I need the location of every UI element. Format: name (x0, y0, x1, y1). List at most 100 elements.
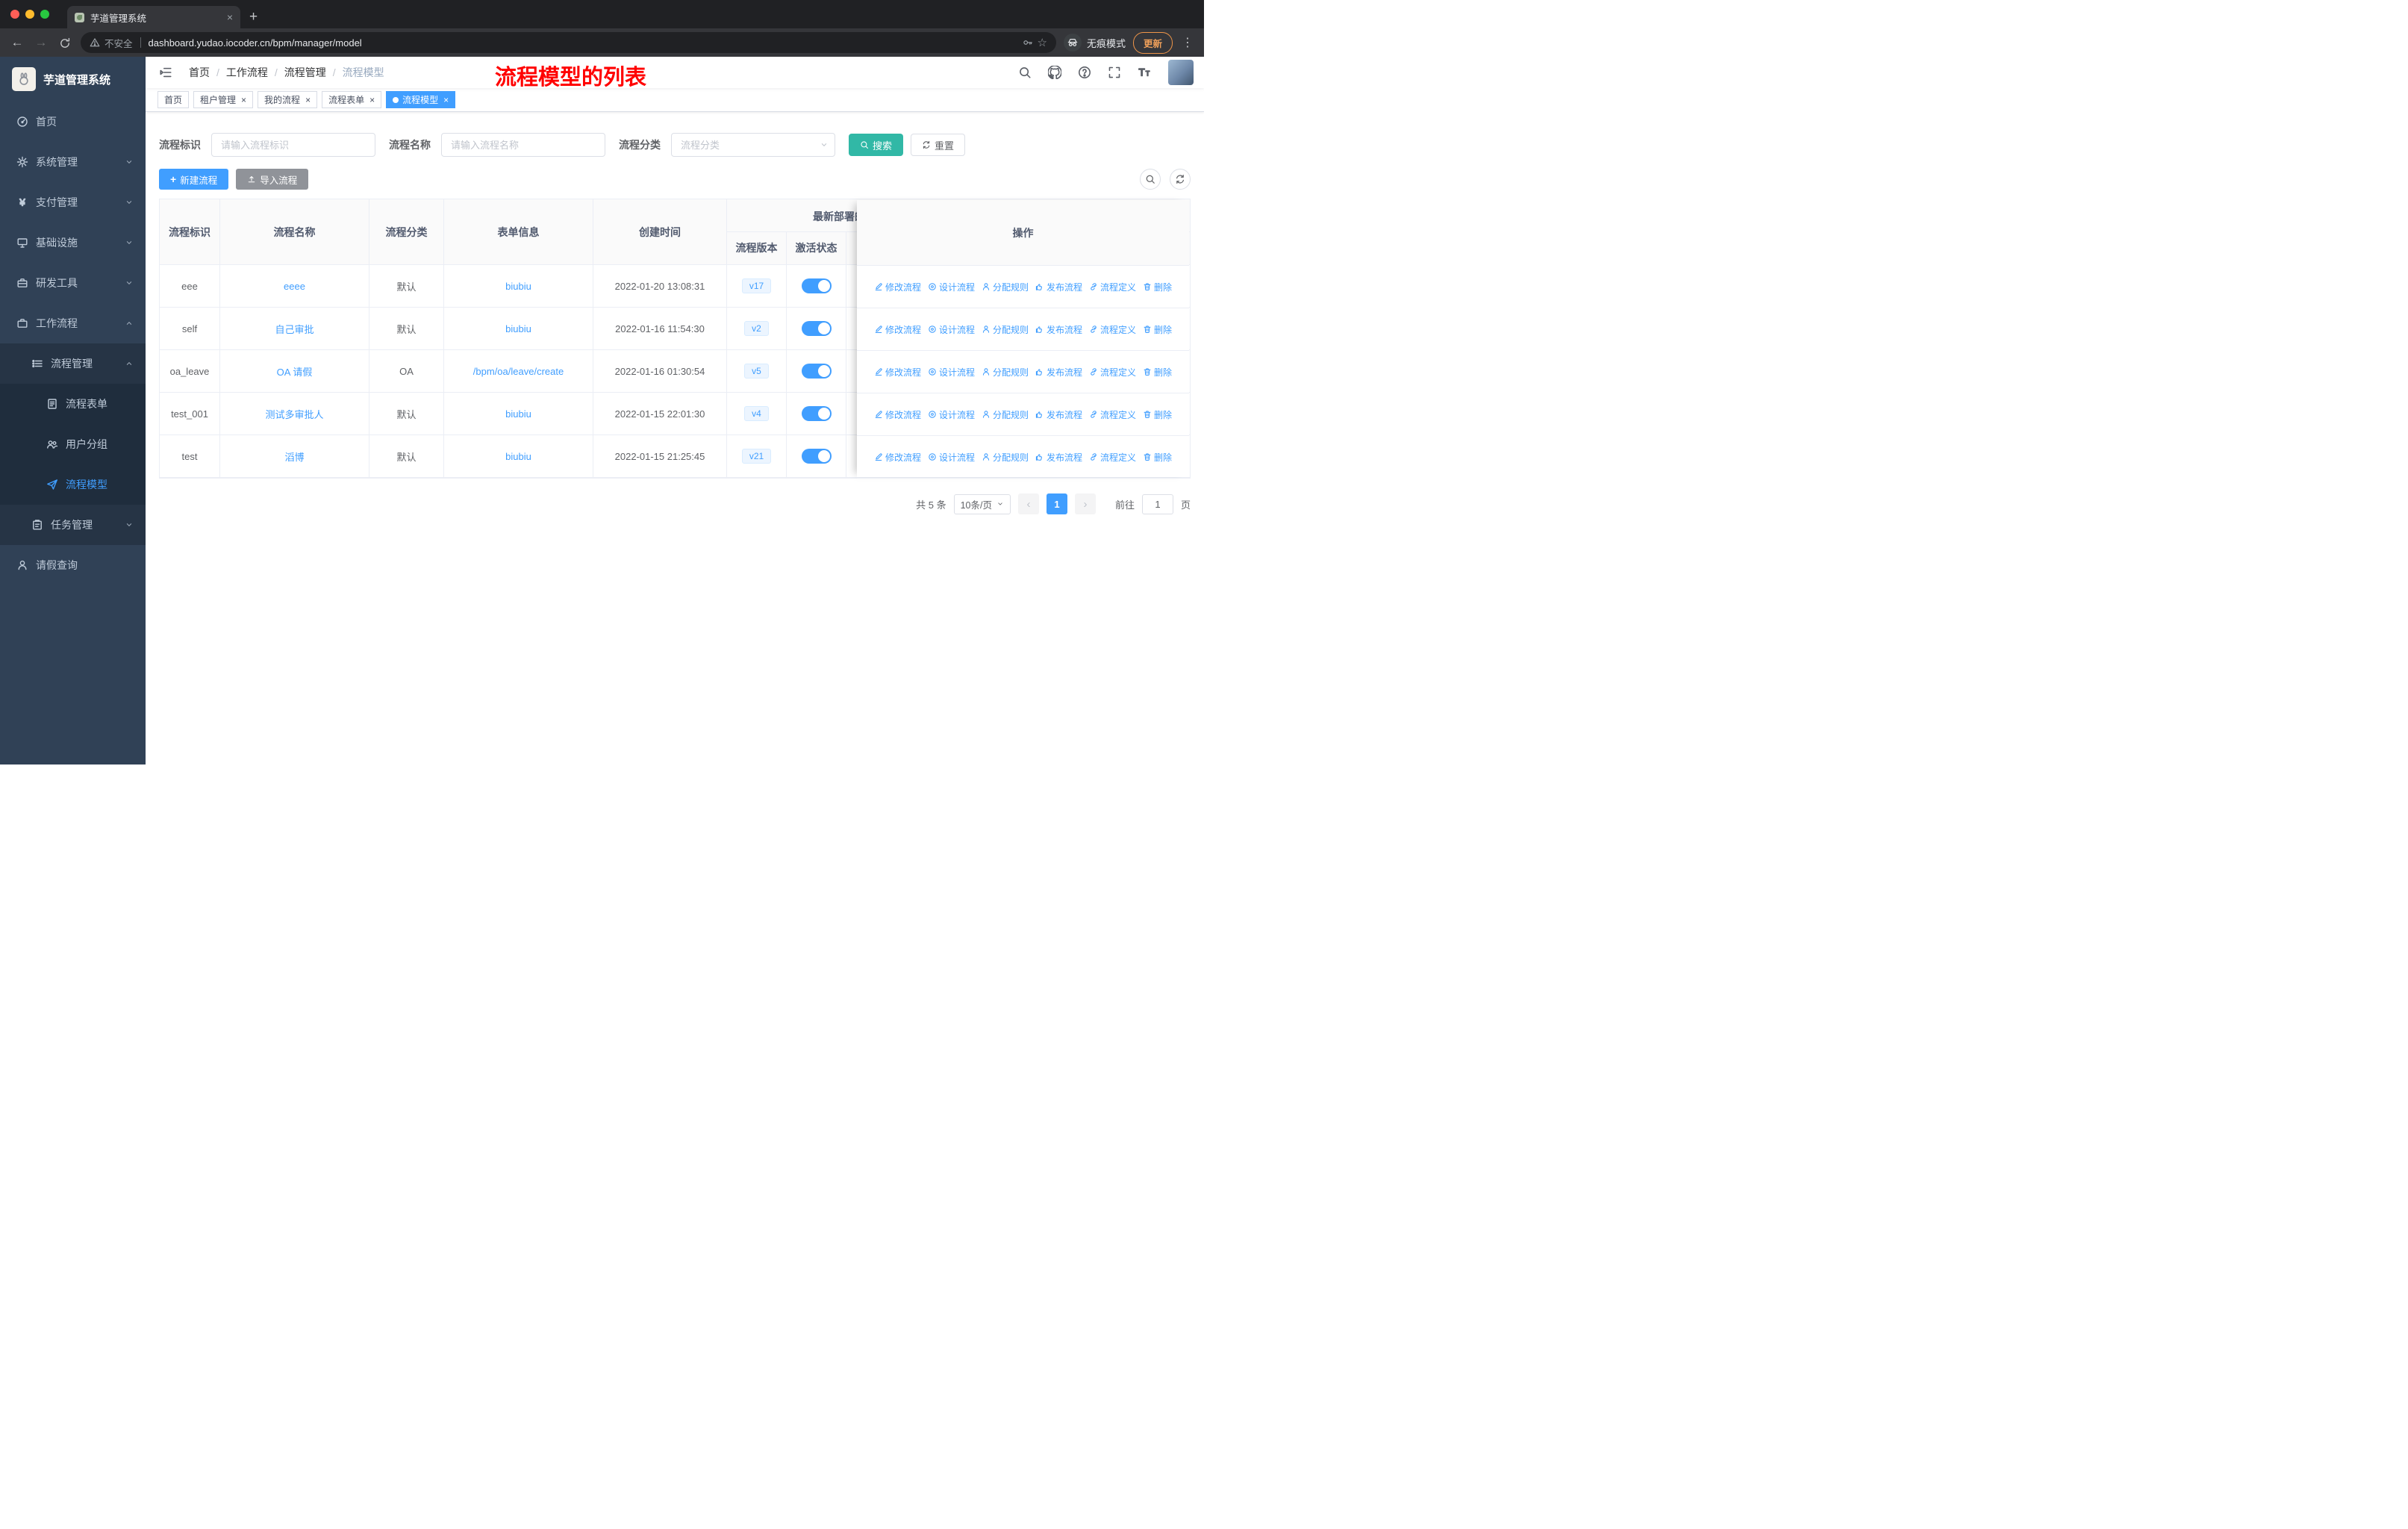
action-delete[interactable]: 删除 (1143, 451, 1172, 464)
action-design[interactable]: 设计流程 (928, 323, 975, 336)
action-definition[interactable]: 流程定义 (1089, 366, 1136, 379)
browser-forward-button[interactable]: → (33, 35, 49, 50)
sidebar-item-process-model[interactable]: 流程模型 (0, 464, 146, 505)
action-assign-rule[interactable]: 分配规则 (982, 281, 1029, 293)
action-delete[interactable]: 删除 (1143, 408, 1172, 421)
browser-tab[interactable]: 芋道管理系统 × (67, 6, 240, 28)
sidebar-item-home[interactable]: 首页 (0, 102, 146, 142)
process-name-link[interactable]: 自己审批 (275, 322, 314, 336)
app-logo-row[interactable]: 芋道管理系统 (0, 57, 146, 102)
new-tab-button[interactable]: + (249, 6, 258, 28)
tag-process-model[interactable]: 流程模型 × (386, 91, 456, 108)
sidebar-item-devtools[interactable]: 研发工具 (0, 263, 146, 303)
action-publish[interactable]: 发布流程 (1035, 451, 1082, 464)
action-assign-rule[interactable]: 分配规则 (982, 408, 1029, 421)
action-design[interactable]: 设计流程 (928, 451, 975, 464)
form-info-link[interactable]: biubiu (505, 451, 531, 462)
update-button[interactable]: 更新 (1132, 31, 1173, 54)
action-publish[interactable]: 发布流程 (1035, 408, 1082, 421)
process-name-link[interactable]: 测试多审批人 (265, 407, 323, 421)
table-refresh-button[interactable] (1170, 169, 1191, 190)
action-modify[interactable]: 修改流程 (874, 281, 921, 293)
action-assign-rule[interactable]: 分配规则 (982, 451, 1029, 464)
action-definition[interactable]: 流程定义 (1089, 451, 1136, 464)
active-toggle[interactable] (801, 278, 832, 293)
import-process-button[interactable]: 导入流程 (236, 169, 309, 190)
action-design[interactable]: 设计流程 (928, 366, 975, 379)
next-page-button[interactable]: › (1074, 493, 1096, 514)
goto-page-input[interactable] (1141, 493, 1173, 514)
sidebar-item-system[interactable]: 系统管理 (0, 142, 146, 182)
action-definition[interactable]: 流程定义 (1089, 281, 1136, 293)
reset-button[interactable]: 重置 (911, 134, 966, 156)
sidebar-item-process-form[interactable]: 流程表单 (0, 384, 146, 424)
action-assign-rule[interactable]: 分配规则 (982, 323, 1029, 336)
tag-tenant[interactable]: 租户管理 × (193, 91, 254, 108)
traffic-light-close[interactable] (10, 10, 19, 19)
user-avatar[interactable] (1168, 60, 1194, 85)
bookmark-star-icon[interactable]: ☆ (1038, 36, 1047, 49)
active-toggle[interactable] (801, 364, 832, 379)
action-design[interactable]: 设计流程 (928, 281, 975, 293)
tag-process-form[interactable]: 流程表单 × (322, 91, 382, 108)
page-size-select[interactable]: 10条/页 (953, 493, 1011, 514)
browser-menu-icon[interactable]: ⋮ (1180, 35, 1195, 50)
header-search-icon[interactable] (1013, 66, 1037, 79)
action-publish[interactable]: 发布流程 (1035, 281, 1082, 293)
action-modify[interactable]: 修改流程 (874, 323, 921, 336)
process-id-input[interactable] (211, 133, 375, 157)
action-publish[interactable]: 发布流程 (1035, 366, 1082, 379)
breadcrumb-item[interactable]: 工作流程 (226, 65, 268, 80)
sidebar-item-workflow[interactable]: 工作流程 (0, 303, 146, 343)
browser-reload-button[interactable] (57, 35, 73, 50)
category-select[interactable] (671, 133, 835, 157)
traffic-light-minimize[interactable] (25, 10, 34, 19)
search-button[interactable]: 搜索 (849, 134, 904, 156)
process-name-input[interactable] (441, 133, 605, 157)
action-delete[interactable]: 删除 (1143, 366, 1172, 379)
process-name-link[interactable]: OA 请假 (277, 364, 313, 379)
close-icon[interactable]: × (369, 95, 375, 105)
action-delete[interactable]: 删除 (1143, 281, 1172, 293)
font-size-icon[interactable] (1132, 66, 1156, 79)
sidebar-item-user-group[interactable]: 用户分组 (0, 424, 146, 464)
close-icon[interactable]: × (241, 95, 246, 105)
tab-close-icon[interactable]: × (227, 11, 233, 23)
action-delete[interactable]: 删除 (1143, 323, 1172, 336)
breadcrumb-item[interactable]: 首页 (189, 65, 210, 80)
tag-my-process[interactable]: 我的流程 × (258, 91, 318, 108)
traffic-light-zoom[interactable] (40, 10, 49, 19)
form-info-link[interactable]: /bpm/oa/leave/create (473, 366, 564, 377)
action-modify[interactable]: 修改流程 (874, 366, 921, 379)
hamburger-icon[interactable] (156, 66, 175, 79)
prev-page-button[interactable]: ‹ (1017, 493, 1039, 514)
action-assign-rule[interactable]: 分配规则 (982, 366, 1029, 379)
address-bar[interactable]: 不安全 dashboard.yudao.iocoder.cn/bpm/manag… (81, 32, 1056, 53)
category-select-input[interactable] (671, 133, 835, 157)
sidebar-item-infra[interactable]: 基础设施 (0, 222, 146, 263)
page-number-1[interactable]: 1 (1046, 493, 1067, 514)
action-modify[interactable]: 修改流程 (874, 451, 921, 464)
sidebar-item-payment[interactable]: 支付管理 (0, 182, 146, 222)
form-info-link[interactable]: biubiu (505, 408, 531, 420)
process-name-link[interactable]: eeee (284, 281, 305, 292)
action-design[interactable]: 设计流程 (928, 408, 975, 421)
key-icon[interactable] (1023, 37, 1033, 48)
process-name-link[interactable]: 滔博 (284, 449, 304, 464)
fullscreen-icon[interactable] (1102, 66, 1126, 79)
sidebar-item-leave-query[interactable]: 请假查询 (0, 545, 146, 585)
action-publish[interactable]: 发布流程 (1035, 323, 1082, 336)
help-icon[interactable] (1073, 66, 1097, 79)
browser-back-button[interactable]: ← (9, 35, 25, 50)
active-toggle[interactable] (801, 406, 832, 421)
breadcrumb-item[interactable]: 流程管理 (284, 65, 326, 80)
action-definition[interactable]: 流程定义 (1089, 323, 1136, 336)
form-info-link[interactable]: biubiu (505, 281, 531, 292)
form-info-link[interactable]: biubiu (505, 323, 531, 334)
active-toggle[interactable] (801, 449, 832, 464)
close-icon[interactable]: × (305, 95, 311, 105)
action-modify[interactable]: 修改流程 (874, 408, 921, 421)
sidebar-item-task-manage[interactable]: 任务管理 (0, 505, 146, 545)
active-toggle[interactable] (801, 321, 832, 336)
tag-home[interactable]: 首页 (157, 91, 190, 108)
